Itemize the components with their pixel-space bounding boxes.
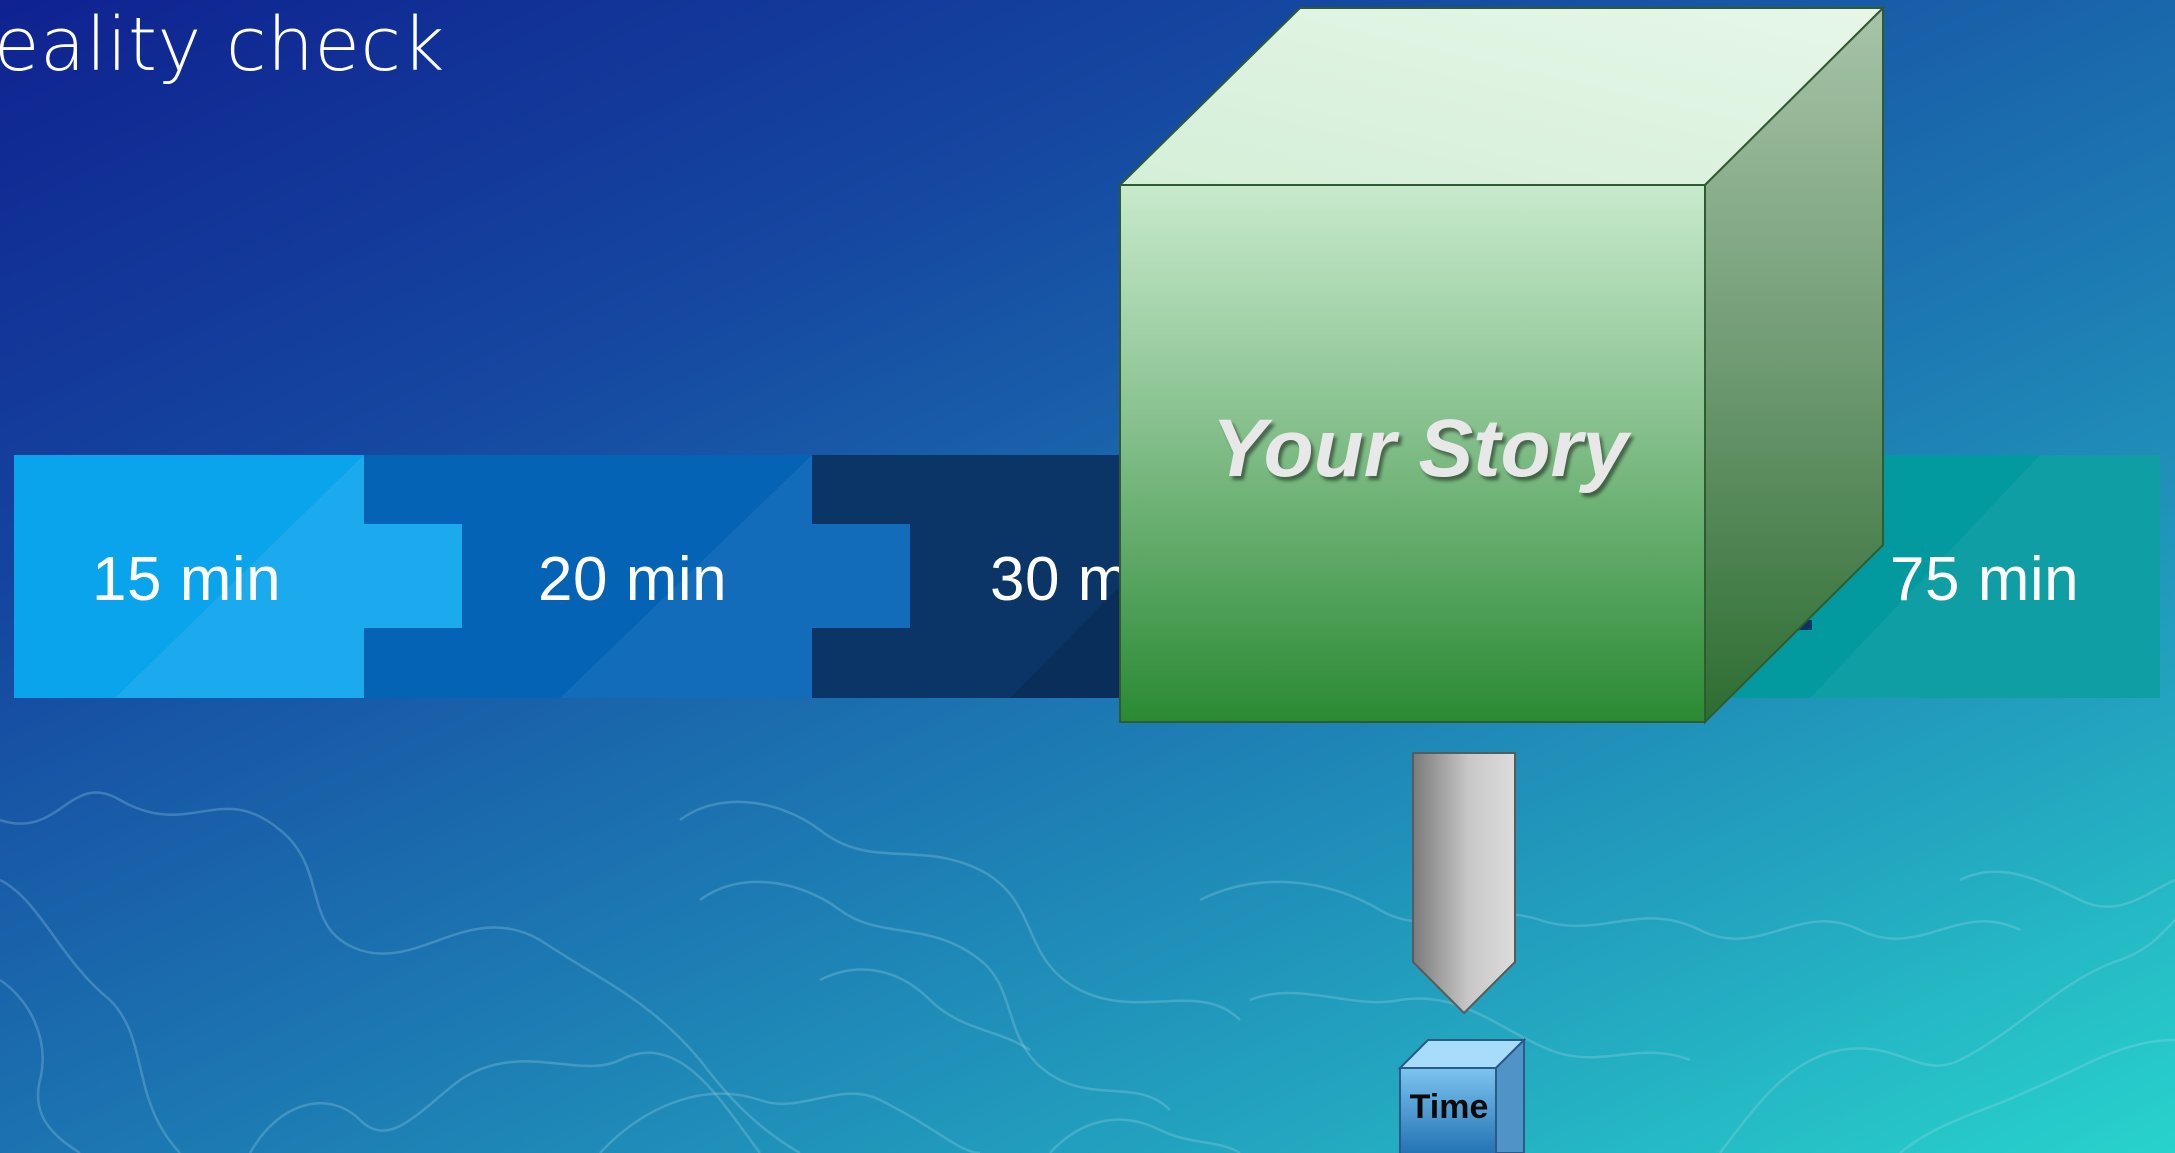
slide-background: eality check 15 min 20 min 30 min 75 min — [0, 0, 2175, 1153]
story-cube — [1117, 5, 1886, 725]
time-label: Time — [1409, 1088, 1489, 1126]
down-arrow — [1412, 752, 1516, 1015]
story-diagram — [1117, 5, 1886, 1153]
story-label: Your Story — [1211, 403, 1629, 494]
